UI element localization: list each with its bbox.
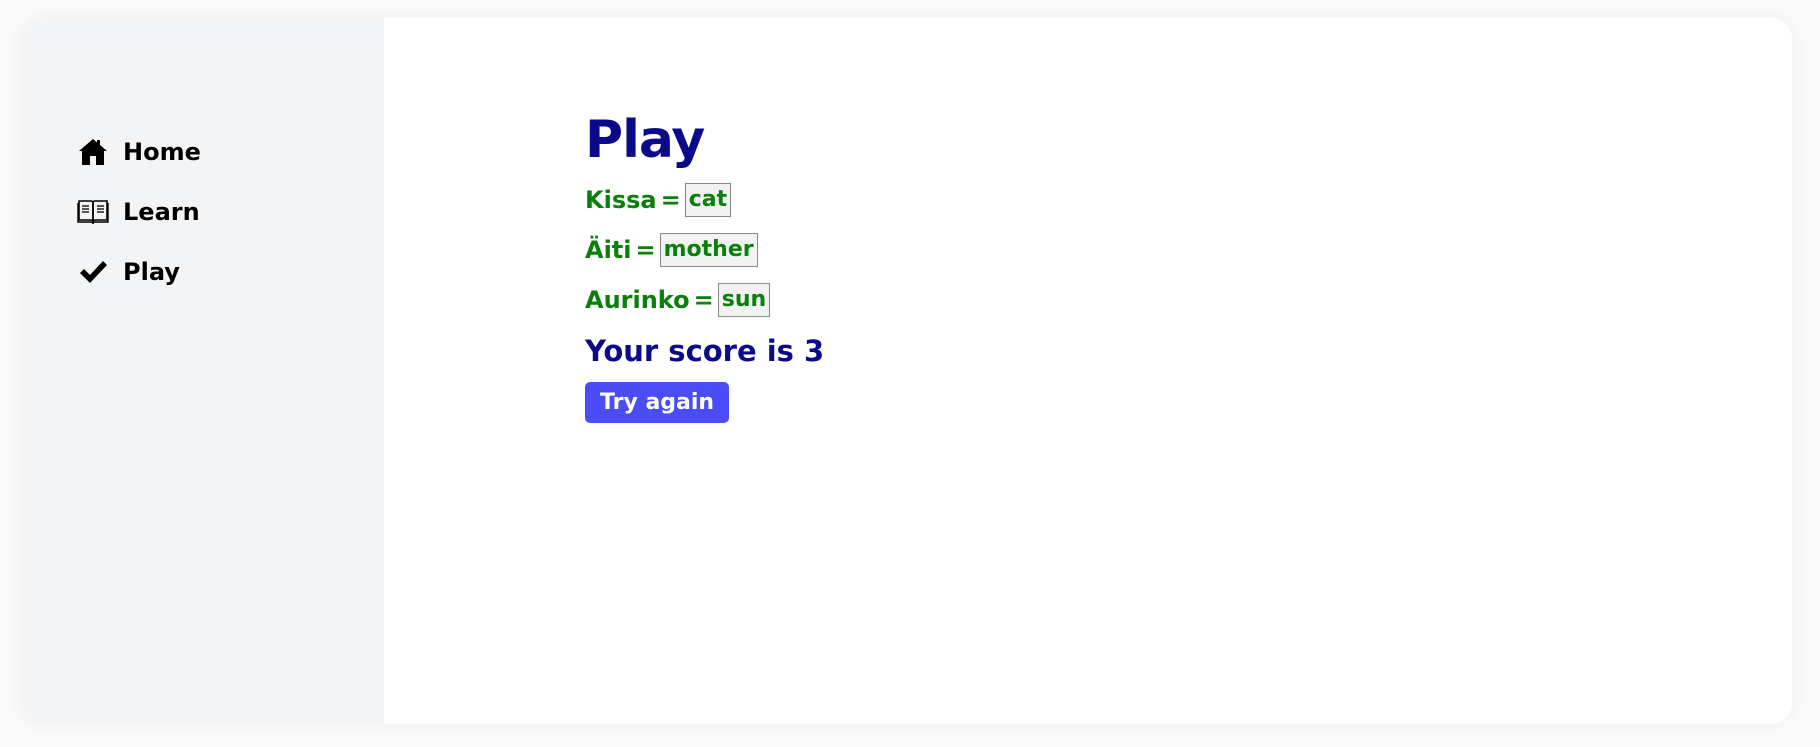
sidebar: Home Learn Play	[22, 18, 384, 724]
sidebar-item-label: Play	[123, 258, 180, 286]
finnish-word: Äiti	[585, 236, 632, 264]
answer-field[interactable]: mother	[659, 233, 758, 267]
sidebar-item-label: Learn	[123, 198, 200, 226]
checkmark-icon	[77, 256, 109, 288]
equals-sign: =	[635, 236, 656, 264]
equals-sign: =	[693, 286, 714, 314]
finnish-word: Aurinko	[585, 286, 690, 314]
main-content: Play Kissa = cat Äiti = mother Aurinko =…	[384, 18, 1792, 724]
sidebar-item-learn[interactable]: Learn	[77, 182, 384, 242]
app-window: Home Learn Play Play Kissa = cat Äiti = …	[22, 18, 1792, 724]
answer-field[interactable]: sun	[717, 283, 771, 317]
word-row: Aurinko = sun	[585, 282, 824, 318]
word-row: Kissa = cat	[585, 182, 824, 218]
try-again-button[interactable]: Try again	[585, 382, 730, 423]
book-icon	[77, 196, 109, 228]
page-title: Play	[585, 110, 705, 170]
sidebar-item-play[interactable]: Play	[77, 242, 384, 302]
home-icon	[77, 136, 109, 168]
finnish-word: Kissa	[585, 186, 657, 214]
score-text: Your score is 3	[585, 334, 825, 368]
equals-sign: =	[660, 186, 681, 214]
word-row: Äiti = mother	[585, 232, 824, 268]
sidebar-item-label: Home	[123, 138, 201, 166]
sidebar-item-home[interactable]: Home	[77, 122, 384, 182]
play-panel: Play Kissa = cat Äiti = mother Aurinko =…	[585, 114, 824, 423]
answer-field[interactable]: cat	[684, 183, 732, 217]
